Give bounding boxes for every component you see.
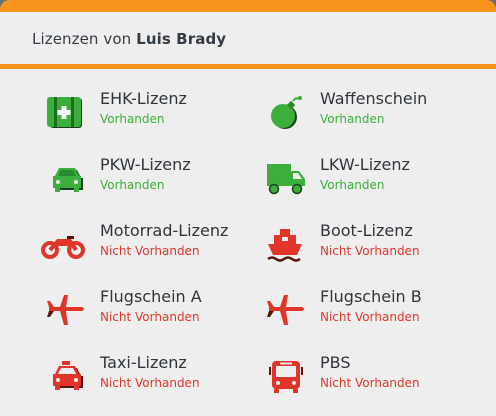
- license-status: Nicht Vorhanden: [320, 376, 420, 390]
- license-pkw: PKW-Lizenz Vorhanden: [46, 155, 266, 203]
- player-name: Luis Brady: [136, 30, 227, 48]
- license-status: Vorhanden: [320, 178, 385, 192]
- license-ehk: EHK-Lizenz Vorhanden: [46, 89, 266, 137]
- license-status: Nicht Vorhanden: [100, 376, 200, 390]
- license-status: Nicht Vorhanden: [100, 244, 200, 258]
- first-aid-kit-icon: [46, 95, 86, 131]
- license-name: Motorrad-Lizenz: [100, 221, 229, 240]
- motorcycle-icon: [41, 227, 85, 263]
- license-lkw: LKW-Lizenz Vorhanden: [266, 155, 486, 203]
- license-name: LKW-Lizenz: [320, 155, 410, 174]
- license-name: Waffenschein: [320, 89, 428, 108]
- license-panel: Lizenzen von Luis Brady EHK-Lizenz Vorha…: [0, 0, 496, 416]
- license-name: Flugschein A: [100, 287, 202, 306]
- plane-icon: [266, 293, 306, 329]
- license-status: Nicht Vorhanden: [100, 310, 200, 324]
- panel-header: Lizenzen von Luis Brady: [0, 12, 496, 64]
- license-flugschein-b: Flugschein B Nicht Vorhanden: [266, 287, 486, 335]
- truck-icon: [266, 161, 306, 197]
- title-prefix: Lizenzen von: [32, 30, 132, 48]
- taxi-icon: [46, 359, 86, 395]
- panel-title: Lizenzen von Luis Brady: [32, 30, 226, 48]
- license-pbs: PBS Nicht Vorhanden: [266, 353, 486, 401]
- license-name: PBS: [320, 353, 351, 372]
- license-status: Vorhanden: [320, 112, 385, 126]
- license-name: Boot-Lizenz: [320, 221, 413, 240]
- license-flugschein-a: Flugschein A Nicht Vorhanden: [46, 287, 266, 335]
- top-accent-bar: [0, 0, 496, 12]
- license-status: Nicht Vorhanden: [320, 310, 420, 324]
- license-status: Vorhanden: [100, 112, 165, 126]
- header-divider: [0, 64, 496, 69]
- bomb-icon: [266, 95, 306, 131]
- license-name: Taxi-Lizenz: [100, 353, 187, 372]
- license-status: Nicht Vorhanden: [320, 244, 420, 258]
- license-motorrad: Motorrad-Lizenz Nicht Vorhanden: [41, 221, 261, 269]
- bus-icon: [266, 359, 306, 395]
- license-boot: Boot-Lizenz Nicht Vorhanden: [266, 221, 486, 269]
- license-taxi: Taxi-Lizenz Nicht Vorhanden: [46, 353, 266, 401]
- plane-icon: [46, 293, 86, 329]
- license-name: EHK-Lizenz: [100, 89, 187, 108]
- license-status: Vorhanden: [100, 178, 165, 192]
- ship-icon: [266, 227, 306, 263]
- car-icon: [46, 161, 86, 197]
- license-waffenschein: Waffenschein Vorhanden: [266, 89, 486, 137]
- license-name: Flugschein B: [320, 287, 422, 306]
- license-name: PKW-Lizenz: [100, 155, 191, 174]
